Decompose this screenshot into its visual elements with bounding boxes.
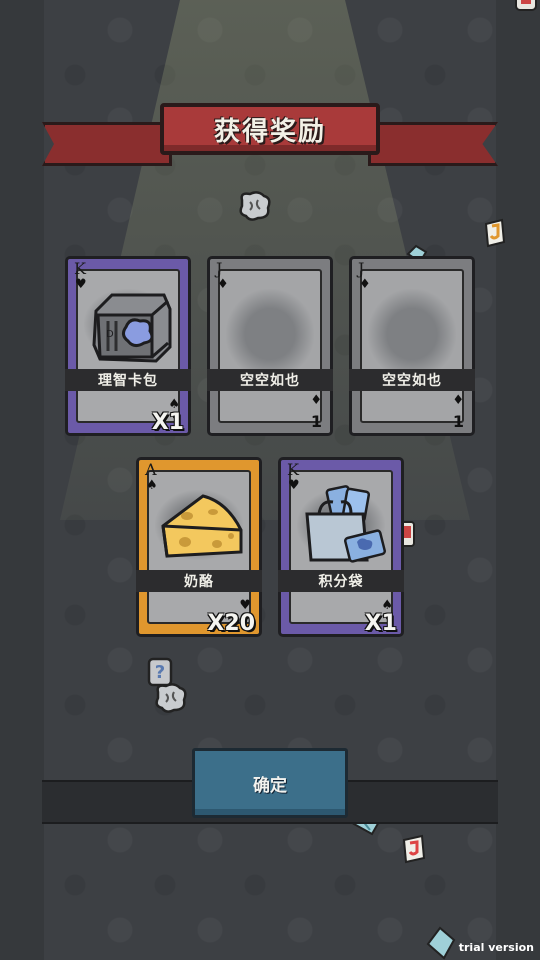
left-shade (0, 0, 44, 960)
brain-token-icon (155, 683, 187, 713)
card-name-bar: 奶酪 (136, 570, 262, 592)
card-name: 空空如也 (382, 373, 442, 389)
svg-text:D: D (106, 329, 114, 340)
card-count: X20 (207, 611, 255, 636)
card-rank: K (287, 460, 299, 479)
card-name-bar: 空空如也 (207, 369, 333, 391)
card-name: 理智卡包 (98, 373, 158, 389)
right-shade (496, 0, 540, 960)
page-title: 获得奖励 (213, 116, 326, 147)
card-count: 1 (452, 412, 464, 431)
card-name-bar: 理智卡包 (65, 369, 191, 391)
card-rank: J (216, 259, 223, 278)
gem-token-icon (426, 926, 456, 960)
reward-card[interactable]: J ♦ 空空如也 ♦ 1 (207, 256, 333, 436)
reward-card[interactable]: J ♦ 空空如也 ♦ 1 (349, 256, 475, 436)
confirm-button[interactable]: 确定 (192, 748, 348, 818)
confirm-label: 确定 (253, 775, 287, 796)
banner-ribbon-right (368, 122, 498, 166)
card-face (218, 269, 322, 423)
empty-smudge-icon (226, 289, 314, 379)
trial-watermark: trial version (458, 941, 534, 954)
note-token-icon (402, 834, 426, 864)
card-suit: ♥ (288, 478, 300, 493)
brain-token-icon (239, 191, 271, 221)
card-suit: ♥ (75, 277, 87, 292)
card-rank: K (74, 259, 86, 278)
card-pack-icon: D (92, 293, 172, 363)
card-name: 空空如也 (240, 373, 300, 389)
cheese-icon (161, 494, 243, 558)
banner-ribbon-left (42, 122, 172, 166)
card-suit: ♦ (359, 277, 371, 292)
card-name: 积分袋 (318, 574, 364, 590)
card-token-icon (515, 0, 537, 11)
card-suit-bottom: ♦ (452, 393, 464, 408)
card-name-bar: 空空如也 (349, 369, 475, 391)
note-token-icon (484, 218, 506, 248)
card-name: 奶酪 (184, 574, 214, 590)
card-suit: ♦ (217, 277, 229, 292)
reward-card[interactable]: K ♥ D 理智卡包 ♠ X1 (65, 256, 191, 436)
card-count: 1 (310, 412, 322, 431)
card-rank: A (145, 460, 157, 479)
reward-card[interactable]: K ♥ 积分袋 ♠ X1 (278, 457, 404, 637)
points-bag-icon (305, 485, 386, 563)
card-rank: J (358, 259, 365, 278)
card-suit: ♠ (146, 478, 158, 493)
card-suit-bottom: ♦ (310, 393, 322, 408)
card-count: X1 (364, 611, 397, 636)
card-count: X1 (151, 410, 184, 435)
empty-smudge-icon (368, 289, 456, 379)
reward-banner: 获得奖励 (160, 103, 380, 155)
svg-text:?: ? (155, 662, 165, 683)
reward-card[interactable]: A ♠ 奶酪 ♥ X20 (136, 457, 262, 637)
card-name-bar: 积分袋 (278, 570, 404, 592)
card-face (360, 269, 464, 423)
